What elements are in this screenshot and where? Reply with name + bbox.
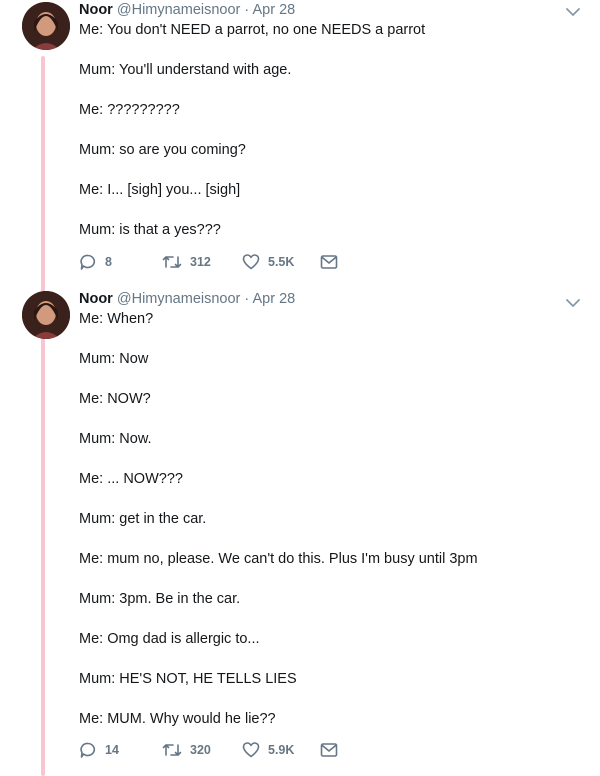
retweet-count: 320 — [190, 743, 211, 757]
tweet-line: Mum: HE'S NOT, HE TELLS LIES — [79, 671, 297, 687]
envelope-icon — [320, 253, 338, 271]
like-count: 5.9K — [268, 743, 295, 757]
heart-icon — [242, 741, 260, 759]
author-name[interactable]: Noor — [79, 291, 113, 307]
heart-icon — [242, 253, 260, 271]
tweet-line: Mum: get in the car. — [79, 511, 207, 527]
tweet-line: Mum: is that a yes??? — [79, 222, 221, 238]
tweet-line: Me: Omg dad is allergic to... — [79, 631, 260, 647]
direct-message-button[interactable] — [320, 740, 338, 760]
reply-button[interactable]: 8 — [79, 252, 112, 272]
avatar[interactable] — [22, 291, 70, 339]
reply-button[interactable]: 14 — [79, 740, 119, 760]
tweet-header: Noor @Himynameisnoor · Apr 28 — [79, 290, 295, 308]
like-button[interactable]: 5.9K — [242, 740, 294, 760]
chevron-down-icon[interactable] — [566, 4, 580, 16]
tweet[interactable]: Noor @Himynameisnoor · Apr 28 Me: When? … — [0, 289, 600, 776]
tweet-line: Me: You don't NEED a parrot, no one NEED… — [79, 22, 426, 38]
tweet-line: Me: NOW? — [79, 391, 151, 407]
tweet-date[interactable]: Apr 28 — [253, 291, 296, 307]
chevron-down-icon[interactable] — [566, 295, 580, 307]
separator: · — [244, 2, 250, 18]
retweet-button[interactable]: 312 — [162, 252, 211, 272]
reply-icon — [79, 253, 97, 271]
tweet-line: Me: MUM. Why would he lie?? — [79, 711, 276, 727]
tweet-line: Me: mum no, please. We can't do this. Pl… — [79, 551, 478, 567]
author-handle[interactable]: @Himynameisnoor — [117, 291, 241, 307]
author-name[interactable]: Noor — [79, 2, 113, 18]
retweet-button[interactable]: 320 — [162, 740, 211, 760]
like-button[interactable]: 5.5K — [242, 252, 294, 272]
avatar[interactable] — [22, 2, 70, 50]
tweet-line: Me: ... NOW??? — [79, 471, 183, 487]
tweet-line: Me: When? — [79, 311, 154, 327]
tweet-header: Noor @Himynameisnoor · Apr 28 — [79, 1, 295, 19]
tweet-text: Me: You don't NEED a parrot, no one NEED… — [79, 20, 580, 260]
tweet-line: Mum: You'll understand with age. — [79, 62, 292, 78]
tweet-line: Mum: 3pm. Be in the car. — [79, 591, 241, 607]
tweet-date[interactable]: Apr 28 — [253, 2, 296, 18]
tweet-line: Me: ????????? — [79, 102, 180, 118]
reply-count: 14 — [105, 743, 119, 757]
reply-count: 8 — [105, 255, 112, 269]
author-handle[interactable]: @Himynameisnoor — [117, 2, 241, 18]
reply-icon — [79, 741, 97, 759]
retweet-icon — [162, 253, 182, 271]
retweet-icon — [162, 741, 182, 759]
tweet-line: Mum: so are you coming? — [79, 142, 246, 158]
tweet-line: Me: I... [sigh] you... [sigh] — [79, 182, 241, 198]
retweet-count: 312 — [190, 255, 211, 269]
separator: · — [244, 291, 250, 307]
tweet-line: Mum: Now — [79, 351, 149, 367]
tweet-line: Mum: Now. — [79, 431, 152, 447]
envelope-icon — [320, 741, 338, 759]
tweet[interactable]: Noor @Himynameisnoor · Apr 28 Me: You do… — [0, 0, 600, 290]
like-count: 5.5K — [268, 255, 295, 269]
direct-message-button[interactable] — [320, 252, 338, 272]
tweet-text: Me: When? Mum: Now Me: NOW? Mum: Now. Me… — [79, 309, 580, 749]
